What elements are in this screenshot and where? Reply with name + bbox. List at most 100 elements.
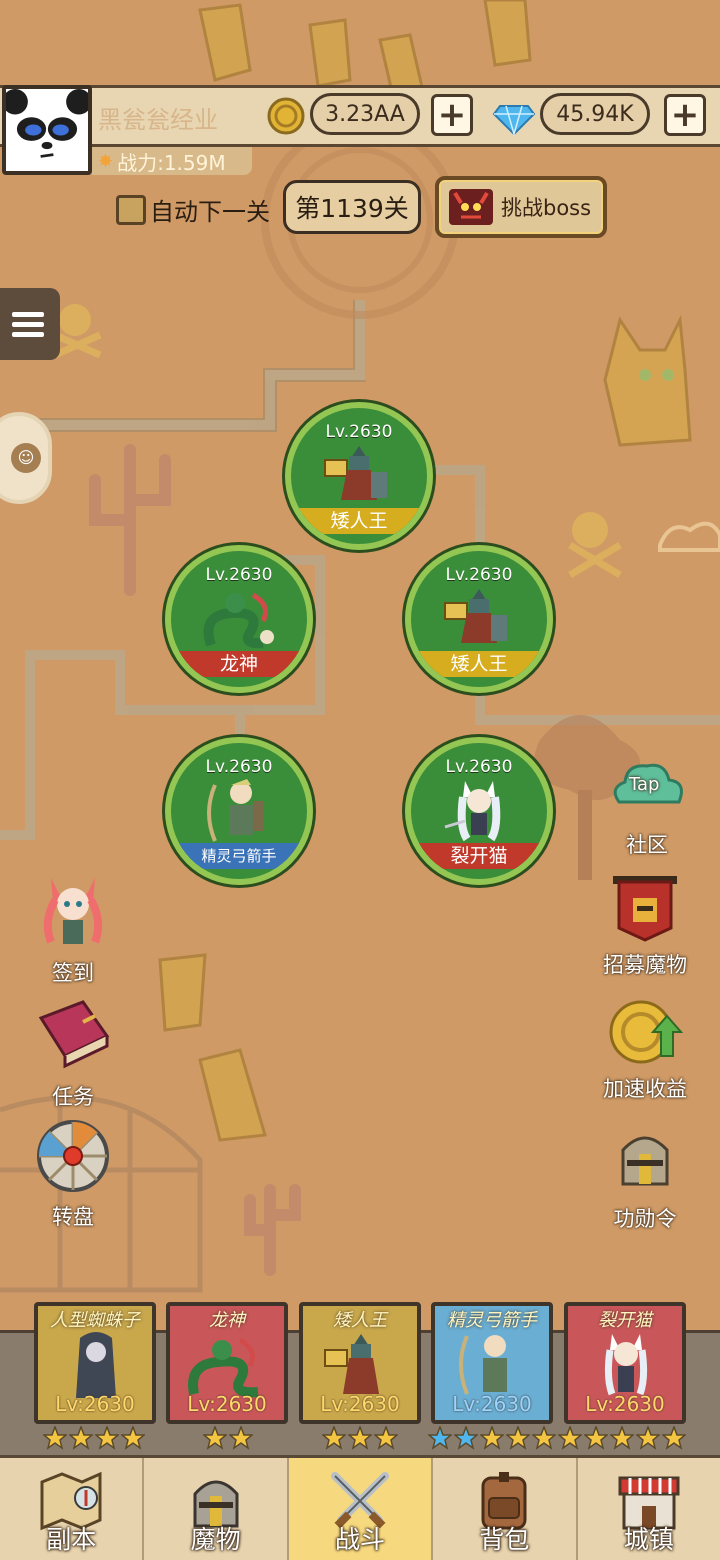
dragon-god-icon bbox=[203, 592, 274, 649]
gold-coin-icon bbox=[267, 97, 305, 135]
hero-name: 矮人王 bbox=[291, 508, 427, 534]
main-menu-button[interactable] bbox=[0, 288, 60, 360]
team-card-name: 人型蜘蛛子 bbox=[50, 1310, 140, 1331]
add-gold-button[interactable]: + bbox=[431, 94, 473, 136]
star-icon bbox=[480, 1426, 504, 1450]
check-in-button[interactable]: 签到 bbox=[28, 872, 118, 987]
nav-monsters-label: 魔物 bbox=[190, 1525, 241, 1554]
player-avatar[interactable] bbox=[2, 85, 92, 175]
team-card-level: Lv:2630 bbox=[452, 1392, 532, 1416]
star-icon bbox=[558, 1426, 582, 1450]
team-card-2[interactable]: 龙神 Lv:2630 bbox=[166, 1302, 288, 1424]
team-card-5[interactable]: 裂开猫 Lv:2630 bbox=[564, 1302, 686, 1424]
community-label: 社区 bbox=[626, 833, 668, 857]
split-cat-icon bbox=[604, 1334, 648, 1396]
chat-toggle-button[interactable]: ☺ bbox=[0, 412, 52, 504]
menu-line-icon bbox=[12, 311, 44, 317]
panda-avatar-icon bbox=[6, 89, 88, 171]
dragon-god-icon bbox=[188, 1337, 259, 1398]
team-card-4-stars bbox=[428, 1426, 686, 1450]
team-card-name: 龙神 bbox=[209, 1310, 245, 1331]
spider-girl-icon bbox=[76, 1332, 116, 1398]
star-icon bbox=[69, 1426, 93, 1450]
hero-slot-bottom-right[interactable]: Lv.2630 裂开猫 bbox=[405, 737, 553, 885]
hero-level: Lv.2630 bbox=[445, 565, 513, 585]
star-icon bbox=[229, 1426, 253, 1450]
hero-slot-top[interactable]: Lv.2630 矮人王 bbox=[285, 402, 433, 550]
hero-slot-bottom-left[interactable]: Lv.2630 精灵弓箭手 bbox=[165, 737, 313, 885]
team-card-1[interactable]: 人型蜘蛛子 Lv:2630 bbox=[34, 1302, 156, 1424]
combat-power-value: 战力:1.59M bbox=[117, 150, 226, 175]
banner-helmet-icon bbox=[613, 876, 677, 942]
hero-slot-right[interactable]: Lv.2630 矮人王 bbox=[405, 545, 553, 693]
auto-next-label: 自动下一关 bbox=[150, 198, 270, 226]
recruit-monster-label: 招募魔物 bbox=[603, 953, 687, 977]
speed-up-income-button[interactable]: 加速收益 bbox=[590, 996, 700, 1103]
nav-battle-label: 战斗 bbox=[335, 1525, 386, 1554]
speed-up-income-label: 加速收益 bbox=[603, 1077, 687, 1101]
tap-badge: Tap bbox=[628, 774, 659, 795]
hero-level: Lv.2630 bbox=[205, 565, 273, 585]
diamond-icon bbox=[492, 105, 536, 136]
tasks-label: 任务 bbox=[52, 1085, 94, 1109]
team-card-4[interactable]: 精灵弓箭手 Lv:2630 bbox=[431, 1302, 553, 1424]
elf-archer-icon bbox=[459, 1335, 507, 1395]
book-icon bbox=[38, 1000, 110, 1069]
gem-amount: 45.94K bbox=[540, 93, 650, 135]
split-cat-icon bbox=[444, 781, 501, 842]
team-card-2-stars bbox=[203, 1426, 253, 1450]
star-icon bbox=[662, 1426, 686, 1450]
nav-bag[interactable]: 背包 bbox=[433, 1458, 578, 1560]
hero-slot-left[interactable]: Lv.2630 龙神 bbox=[165, 545, 313, 693]
power-icon: ✸ bbox=[98, 150, 114, 172]
add-gems-button[interactable]: + bbox=[664, 94, 706, 136]
team-card-name: 矮人王 bbox=[333, 1310, 387, 1331]
team-card-level: Lv:2630 bbox=[187, 1392, 267, 1416]
lucky-wheel-label: 转盘 bbox=[52, 1205, 94, 1229]
team-card-name: 裂开猫 bbox=[598, 1310, 652, 1331]
star-icon bbox=[454, 1426, 478, 1450]
nav-battle[interactable]: 战斗 bbox=[288, 1458, 434, 1560]
challenge-boss-button[interactable]: 挑战boss bbox=[435, 176, 607, 238]
auto-next-checkbox[interactable] bbox=[116, 194, 146, 225]
recruit-monster-button[interactable]: 招募魔物 bbox=[590, 872, 700, 979]
tasks-button[interactable]: 任务 bbox=[28, 996, 118, 1111]
check-in-label: 签到 bbox=[52, 961, 94, 985]
team-card-level: Lv:2630 bbox=[585, 1392, 665, 1416]
combat-power: ✸ 战力:1.59M bbox=[92, 147, 252, 175]
menu-line-icon bbox=[12, 331, 44, 337]
star-icon bbox=[506, 1426, 530, 1450]
community-button[interactable]: Tap 社区 bbox=[592, 752, 702, 859]
nav-dungeon[interactable]: 副本 bbox=[0, 1458, 145, 1560]
team-card-3[interactable]: 矮人王 Lv:2630 bbox=[299, 1302, 421, 1424]
auto-next-toggle[interactable]: 自动下一关 bbox=[116, 192, 270, 227]
merit-pass-label: 功勋令 bbox=[613, 1207, 677, 1231]
star-icon bbox=[610, 1426, 634, 1450]
team-card-level: Lv:2630 bbox=[320, 1392, 400, 1416]
lucky-wheel-button[interactable]: 转盘 bbox=[28, 1116, 118, 1231]
knight-helmet-icon bbox=[621, 1136, 669, 1186]
dwarf-king-icon bbox=[324, 1334, 379, 1394]
chat-bubble-icon: ☺ bbox=[11, 443, 41, 473]
nav-bag-label: 背包 bbox=[479, 1525, 530, 1554]
tap-cloud-icon: Tap bbox=[613, 763, 683, 804]
player-name: 黑瓮瓮经业 bbox=[98, 106, 218, 134]
star-icon bbox=[203, 1426, 227, 1450]
stage-indicator: 第1139关 bbox=[283, 180, 421, 234]
dwarf-king-icon bbox=[324, 446, 387, 500]
star-icon bbox=[636, 1426, 660, 1450]
menu-line-icon bbox=[12, 321, 44, 327]
merit-pass-button[interactable]: 功勋令 bbox=[590, 1126, 700, 1233]
coin-arrow-icon bbox=[609, 1000, 684, 1064]
nav-monsters[interactable]: 魔物 bbox=[144, 1458, 289, 1560]
star-icon bbox=[43, 1426, 67, 1450]
hero-name: 矮人王 bbox=[411, 651, 547, 677]
nav-town[interactable]: 城镇 bbox=[578, 1458, 720, 1560]
dwarf-king-icon bbox=[444, 589, 507, 643]
hero-name: 精灵弓箭手 bbox=[171, 843, 307, 869]
bottom-navigation: 副本 魔物 战斗 背包 城镇 bbox=[0, 1455, 720, 1560]
hero-level: Lv.2630 bbox=[325, 422, 393, 442]
elf-archer-icon bbox=[207, 779, 263, 842]
fox-girl-icon bbox=[43, 878, 103, 944]
star-icon bbox=[322, 1426, 346, 1450]
